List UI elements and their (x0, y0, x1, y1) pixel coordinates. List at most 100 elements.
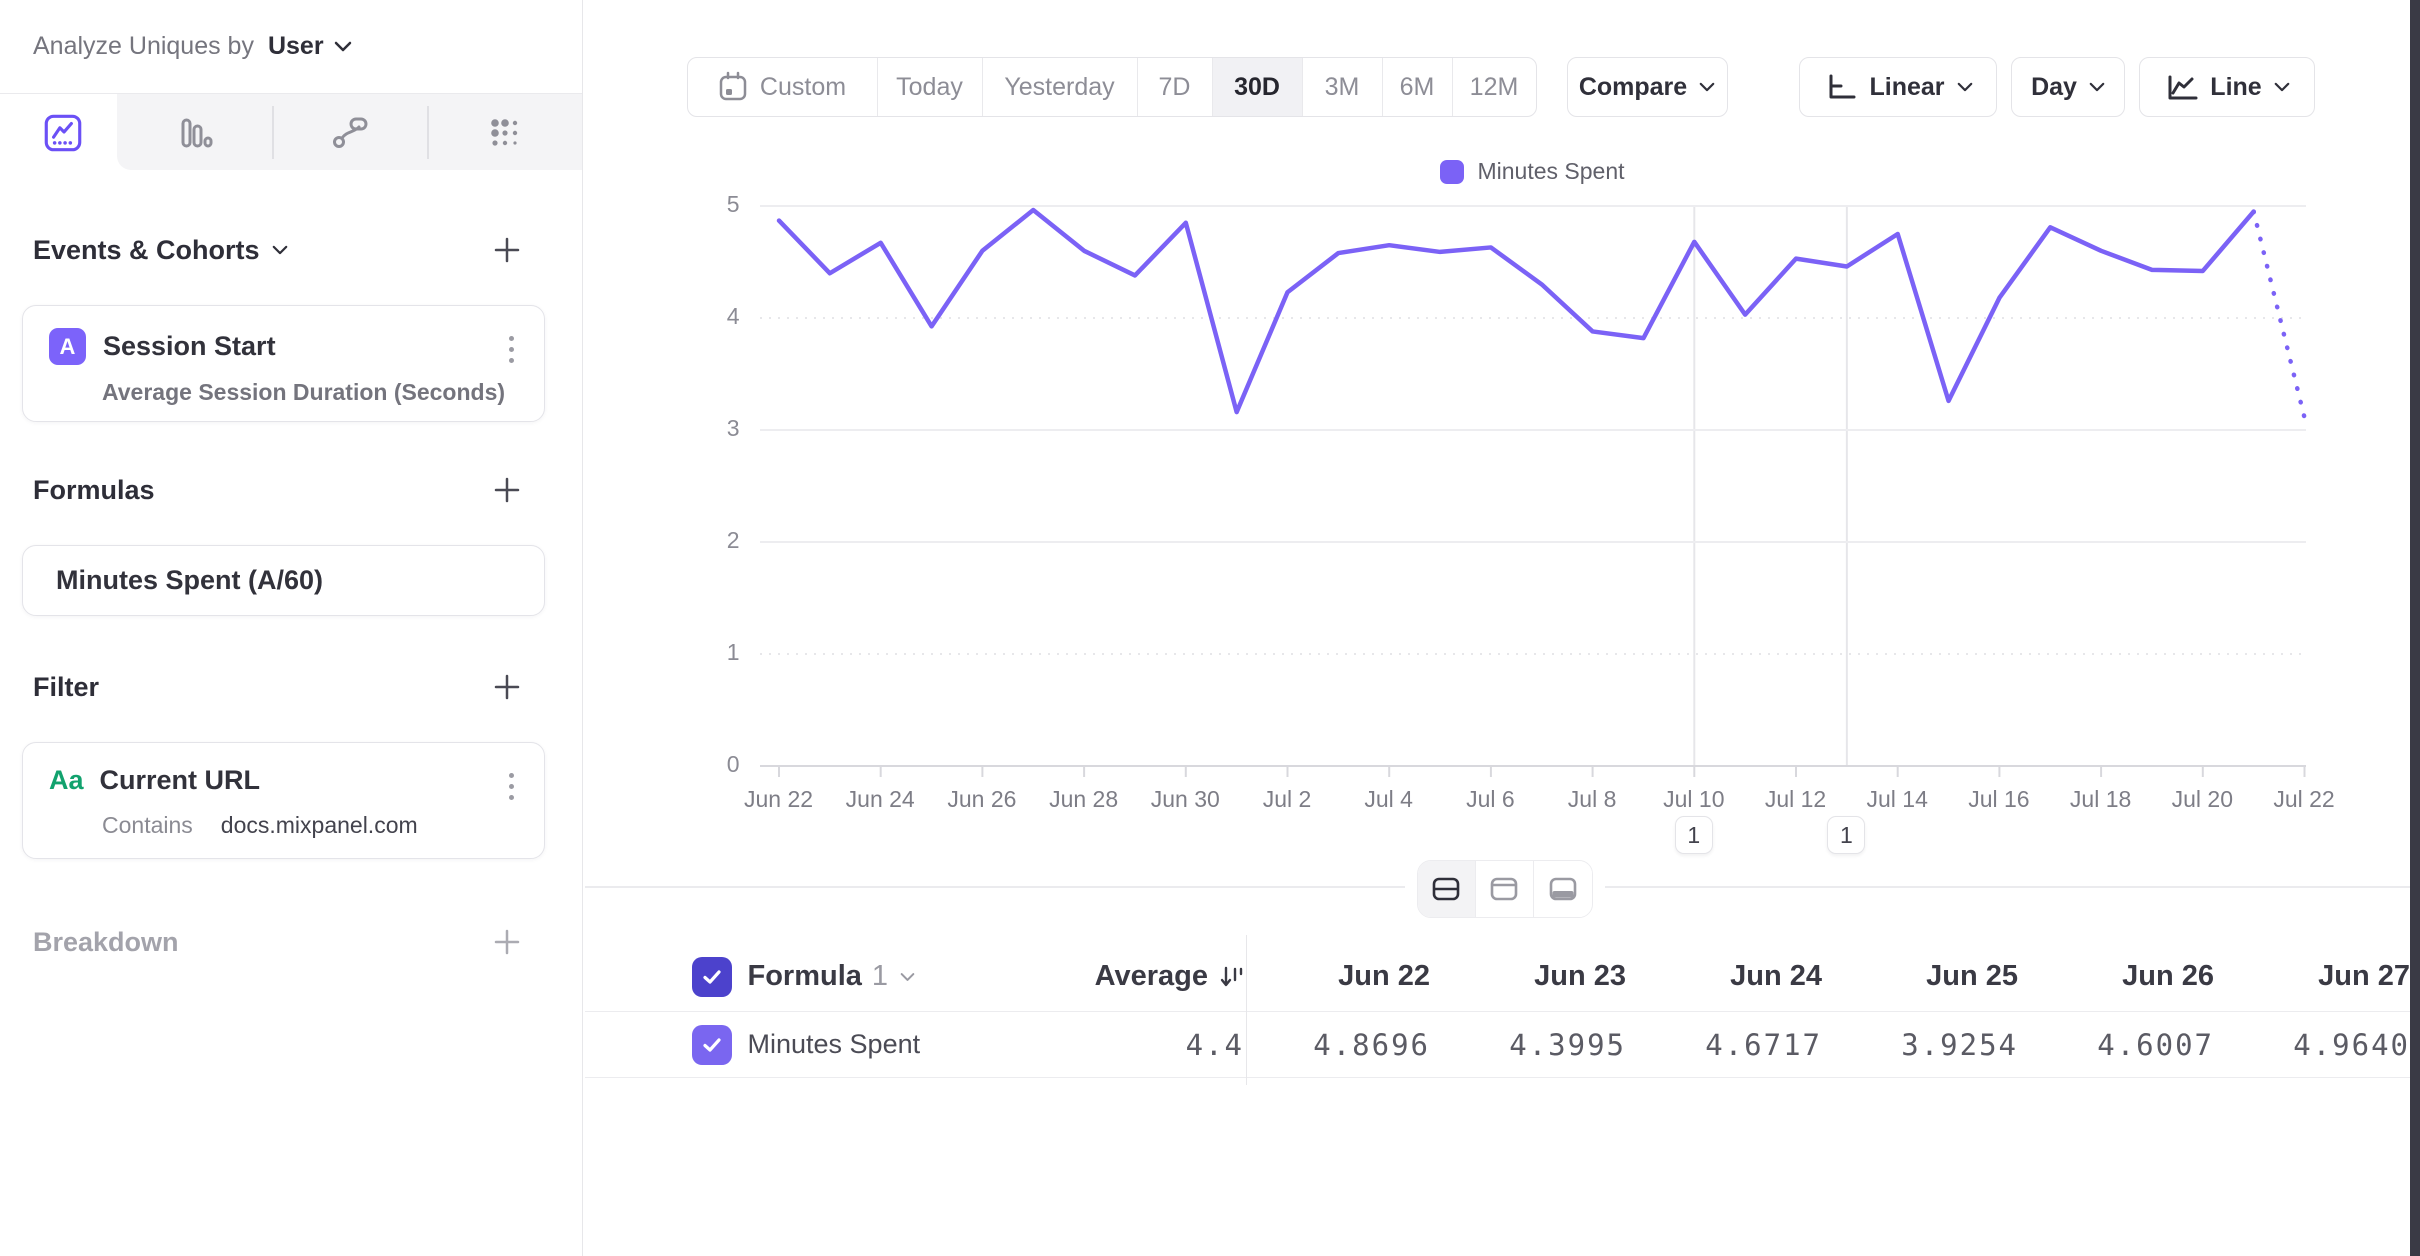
report-type-tabs (0, 93, 582, 170)
chart-legend: Minutes Spent (760, 158, 2306, 185)
granularity-selector-button[interactable]: Day (2011, 57, 2125, 117)
filter-condition[interactable]: Contains docs.mixpanel.com (23, 796, 544, 839)
flows-icon (328, 111, 372, 155)
check-icon (700, 965, 724, 989)
date-range-30d[interactable]: 30D (1213, 58, 1303, 116)
date-range-3m[interactable]: 3M (1303, 58, 1383, 116)
x-axis-label: Jul 22 (2244, 786, 2364, 813)
chevron-down-icon[interactable] (900, 972, 915, 982)
view-toggle-control (1417, 860, 1593, 918)
table-date-header[interactable]: Jun 23 (1440, 960, 1636, 993)
table-value-cell: 4.8696 (1244, 1028, 1440, 1062)
add-breakdown-button[interactable] (489, 924, 525, 960)
filter-header: Filter (33, 665, 525, 709)
y-axis-label: 5 (680, 191, 740, 218)
average-column-header[interactable]: Average (1095, 960, 1208, 993)
event-card-session-start[interactable]: A Session Start Average Session Duration… (22, 305, 545, 422)
date-range-12m[interactable]: 12M (1453, 58, 1536, 116)
add-filter-button[interactable] (489, 669, 525, 705)
date-range-today[interactable]: Today (878, 58, 983, 116)
events-cohorts-header: Events & Cohorts (33, 228, 525, 272)
legend-series-label[interactable]: Minutes Spent (1477, 158, 1624, 185)
filter-card-title-row: Aa Current URL (23, 743, 544, 796)
annotation-badge-jul-10[interactable]: 1 (1675, 816, 1713, 854)
chevron-down-icon (2274, 82, 2290, 92)
line-chart-plot[interactable] (760, 206, 2306, 786)
filter-operator[interactable]: Contains (102, 812, 193, 839)
breakdown-header: Breakdown (33, 920, 525, 964)
y-axis-label: 1 (680, 639, 740, 666)
table-only-view-icon (1549, 877, 1577, 901)
analyze-value-dropdown[interactable]: User (268, 32, 324, 61)
table-header-row: Formula 1 Average Jun 22Jun 23Jun 24Jun … (585, 942, 2420, 1012)
filter-card-menu-button[interactable] (505, 769, 518, 804)
date-range-yesterday[interactable]: Yesterday (983, 58, 1138, 116)
date-range-custom[interactable]: Custom (688, 58, 878, 116)
filter-property-name: Current URL (100, 765, 261, 796)
insights-report-page: Analyze Uniques by User (0, 0, 2420, 1256)
compare-button[interactable]: Compare (1567, 57, 1728, 117)
date-range-control: CustomTodayYesterday7D30D3M6M12M (687, 57, 1537, 117)
scrollbar[interactable] (2410, 0, 2420, 1256)
table-value-cell: 4.6007 (2028, 1028, 2224, 1062)
line-chart-icon (2164, 72, 2198, 102)
legend-swatch (1440, 160, 1464, 184)
average-value: 4.4 (1186, 1028, 1244, 1062)
event-letter-badge: A (49, 328, 86, 365)
chart-controls-row: CustomTodayYesterday7D30D3M6M12M Compare… (687, 57, 2316, 117)
formula-group-number: 1 (872, 960, 888, 993)
tab-insights[interactable] (13, 94, 113, 171)
chevron-down-icon (1957, 82, 1973, 92)
table-date-header[interactable]: Jun 22 (1244, 960, 1440, 993)
events-cohorts-title[interactable]: Events & Cohorts (33, 235, 260, 266)
event-name: Session Start (103, 331, 276, 362)
plus-icon (492, 927, 522, 957)
filter-value[interactable]: docs.mixpanel.com (221, 812, 418, 839)
event-aggregation[interactable]: Average Session Duration (Seconds) (23, 365, 544, 406)
formula-group-label[interactable]: Formula (748, 960, 862, 993)
bar-chart-icon (173, 111, 217, 155)
chart-only-view-button[interactable] (1476, 861, 1534, 917)
table-date-header[interactable]: Jun 27 (2224, 960, 2420, 993)
row-checkbox[interactable] (692, 1025, 732, 1065)
filter-title: Filter (33, 672, 99, 703)
tab-retention[interactable] (455, 94, 555, 171)
tab-flows[interactable] (300, 94, 400, 171)
analyze-label: Analyze Uniques by (33, 32, 254, 61)
event-card-menu-button[interactable] (505, 332, 518, 367)
breakdown-title: Breakdown (33, 927, 179, 958)
table-date-header[interactable]: Jun 26 (2028, 960, 2224, 993)
table-date-header[interactable]: Jun 24 (1636, 960, 1832, 993)
table-value-cell: 4.3995 (1440, 1028, 1636, 1062)
split-view-button[interactable] (1418, 861, 1476, 917)
check-icon (700, 1033, 724, 1057)
scale-selector-button[interactable]: Linear (1799, 57, 1997, 117)
annotation-badge-jul-13[interactable]: 1 (1827, 816, 1865, 854)
chart-type-selector-button[interactable]: Line (2139, 57, 2315, 117)
table-date-header[interactable]: Jun 25 (1832, 960, 2028, 993)
formula-card[interactable]: Minutes Spent (A/60) (22, 545, 545, 616)
chevron-down-icon (2089, 82, 2105, 92)
formulas-title: Formulas (33, 475, 155, 506)
date-range-6m[interactable]: 6M (1383, 58, 1453, 116)
table-column-separator (1246, 935, 1248, 1085)
table-value-cell: 4.9640 (2224, 1028, 2420, 1062)
add-event-button[interactable] (489, 232, 525, 268)
split-view-icon (1432, 877, 1460, 901)
table-only-view-button[interactable] (1534, 861, 1592, 917)
add-formula-button[interactable] (489, 472, 525, 508)
select-all-checkbox[interactable] (692, 957, 732, 997)
tab-divider (272, 106, 274, 159)
date-range-7d[interactable]: 7D (1138, 58, 1213, 116)
tab-bar-chart[interactable] (145, 94, 245, 171)
insights-line-chart-icon (40, 110, 86, 156)
table-value-cell: 4.6717 (1636, 1028, 1832, 1062)
view-toggle-wrap (1405, 848, 1605, 930)
chevron-down-icon (334, 41, 352, 52)
table-value-cell: 3.9254 (1832, 1028, 2028, 1062)
event-card-title-row: A Session Start (23, 306, 544, 365)
filter-card-current-url[interactable]: Aa Current URL Contains docs.mixpanel.co… (22, 742, 545, 859)
tab-divider (427, 106, 429, 159)
retention-grid-icon (483, 111, 527, 155)
sort-descending-icon[interactable] (1218, 964, 1244, 990)
